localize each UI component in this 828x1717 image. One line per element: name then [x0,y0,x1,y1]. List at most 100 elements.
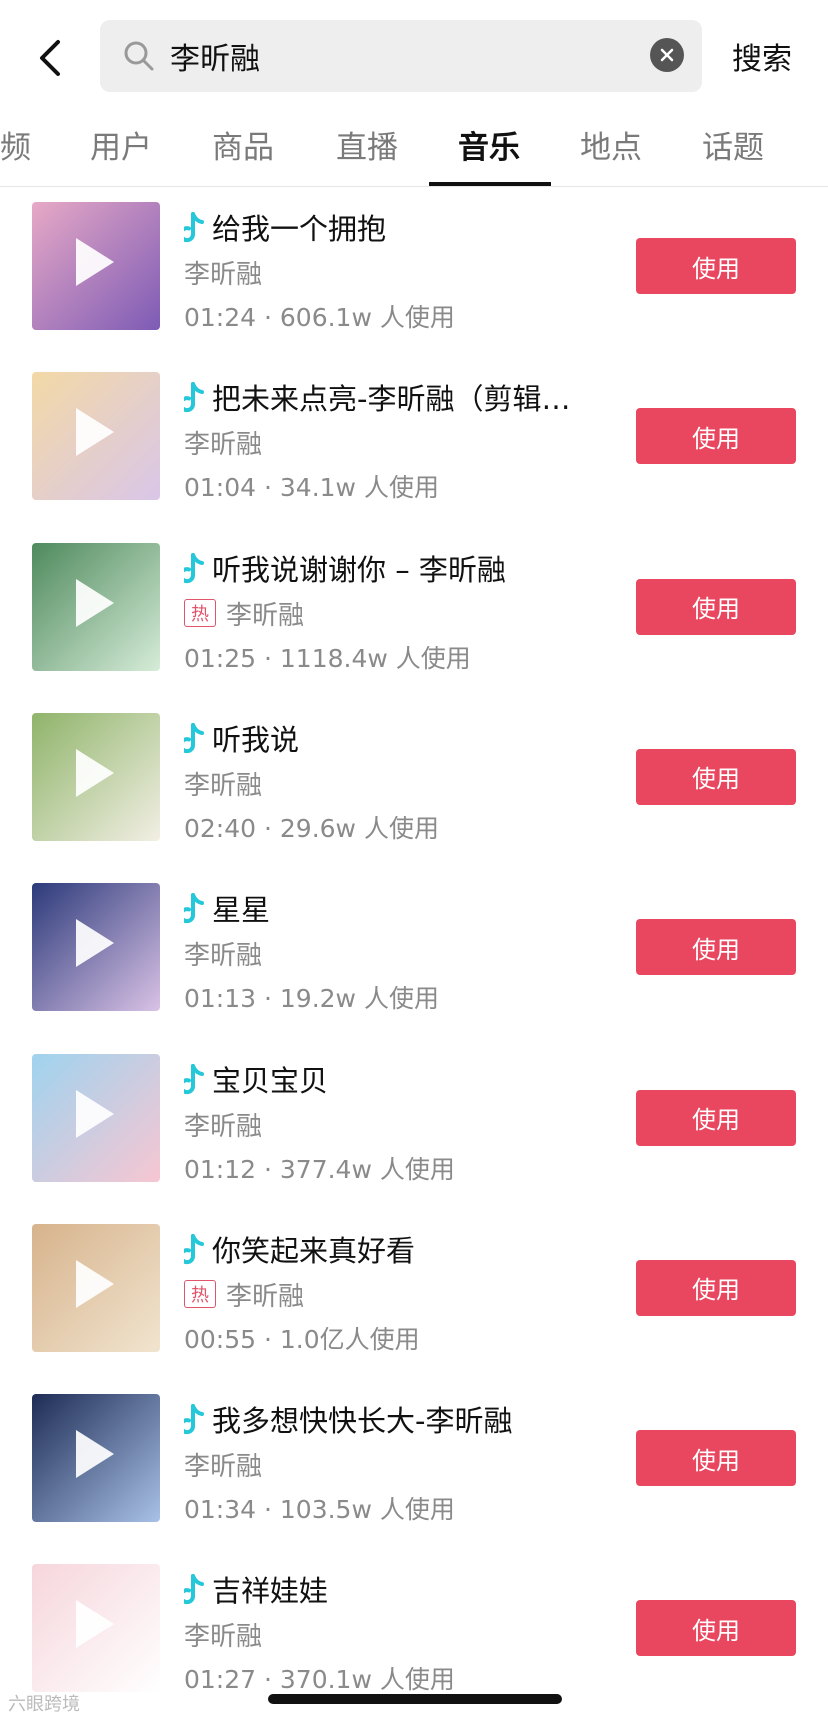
song-meta: 01:34 · 103.5w 人使用 [184,1495,455,1525]
use-music-button[interactable]: 使用 [636,408,796,465]
song-title[interactable]: 把未来点亮-李昕融（剪辑… [212,376,570,418]
artist-line: 热 李昕融 [184,1276,304,1313]
tab-topics[interactable]: 话题 [702,122,764,167]
hot-badge: 热 [184,1280,216,1309]
music-note-icon [184,1404,204,1435]
artist-line: 李昕融 [184,765,262,802]
play-icon [76,748,114,797]
play-icon [76,1259,114,1308]
song-meta: 01:12 · 377.4w 人使用 [184,1154,455,1184]
music-search-page: 李昕融 搜索 频 用户 商品 直播 音乐 地点 话题 给我一个拥抱 李昕融 01… [0,0,828,1717]
clear-button[interactable] [650,38,684,72]
play-icon [76,1089,114,1138]
music-note-icon [184,212,204,243]
artist-line: 热 李昕融 [184,595,304,632]
music-note-icon [184,722,204,754]
back-button[interactable] [28,30,72,86]
play-icon [76,578,114,627]
song-artist: 李昕融 [184,430,263,461]
artist-line: 李昕融 [184,1446,262,1483]
song-artist: 李昕融 [184,941,263,972]
tab-places[interactable]: 地点 [580,122,642,167]
song-row[interactable]: 把未来点亮-李昕融（剪辑… 李昕融 01:04 · 34.1w 人使用 使用 [0,372,828,542]
use-music-button[interactable]: 使用 [636,238,796,294]
song-cover[interactable] [32,1223,160,1352]
use-music-button[interactable]: 使用 [636,1259,796,1316]
artist-line: 李昕融 [184,254,262,291]
use-music-button[interactable]: 使用 [636,1600,796,1657]
use-music-button[interactable]: 使用 [636,1430,796,1487]
song-meta: 01:13 · 19.2w 人使用 [184,984,439,1014]
use-music-button[interactable]: 使用 [636,578,796,635]
song-row[interactable]: 我多想快快长大-李昕融 李昕融 01:34 · 103.5w 人使用 使用 [0,1394,828,1564]
song-title[interactable]: 给我一个拥抱 [212,206,386,248]
song-cover[interactable] [32,1394,160,1523]
play-icon [76,919,114,968]
song-row[interactable]: 你笑起来真好看 热 李昕融 00:55 · 1.0亿人使用 使用 [0,1223,828,1394]
hot-badge: 热 [184,599,216,628]
use-music-button[interactable]: 使用 [636,1089,796,1146]
song-row[interactable]: 听我说 李昕融 02:40 · 29.6w 人使用 使用 [0,712,828,883]
music-note-icon [184,382,204,413]
artist-line: 李昕融 [184,424,262,461]
chevron-left-icon [40,40,60,76]
artist-line: 李昕融 [184,935,262,972]
song-artist: 李昕融 [184,1452,263,1483]
song-cover[interactable] [32,1053,160,1182]
artist-line: 李昕融 [184,1106,262,1143]
song-row[interactable]: 给我一个拥抱 李昕融 01:24 · 606.1w 人使用 使用 [0,202,828,372]
song-title[interactable]: 听我说谢谢你 – 李昕融 [212,547,506,589]
use-music-button[interactable]: 使用 [636,919,796,976]
song-title[interactable]: 我多想快快长大-李昕融 [212,1398,512,1440]
search-submit-button[interactable]: 搜索 [732,34,792,78]
search-box[interactable]: 李昕融 [100,20,702,92]
song-cover[interactable] [32,883,160,1012]
song-meta: 01:25 · 1118.4w 人使用 [184,643,471,673]
music-note-icon [184,1574,204,1605]
song-meta: 01:04 · 34.1w 人使用 [184,473,439,503]
close-icon [660,48,674,62]
play-icon [76,238,114,286]
watermark: 六眼跨境 [8,1694,80,1715]
song-cover[interactable] [32,202,160,330]
tab-video[interactable]: 频 [0,122,31,167]
category-tabs: 频 用户 商品 直播 音乐 地点 话题 [0,112,828,187]
home-indicator[interactable] [268,1694,562,1704]
tab-live[interactable]: 直播 [336,122,398,167]
song-artist: 李昕融 [184,770,263,801]
song-cover[interactable] [32,542,160,671]
search-input[interactable]: 李昕融 [170,34,630,78]
song-title[interactable]: 吉祥娃娃 [212,1568,328,1610]
music-note-icon [184,893,204,924]
use-music-button[interactable]: 使用 [636,748,796,805]
artist-line: 李昕融 [184,1616,262,1653]
music-note-icon [184,552,204,583]
song-meta: 02:40 · 29.6w 人使用 [184,813,439,843]
song-meta: 00:55 · 1.0亿人使用 [184,1324,420,1354]
song-artist: 李昕融 [184,1111,263,1142]
music-note-icon [184,1233,204,1264]
song-title[interactable]: 宝贝宝贝 [212,1058,328,1100]
music-note-icon [184,1063,204,1094]
song-cover[interactable] [32,372,160,501]
song-title[interactable]: 你笑起来真好看 [212,1228,415,1270]
song-artist: 李昕融 [226,1281,305,1312]
song-artist: 李昕融 [184,260,263,290]
tab-music[interactable]: 音乐 [458,122,520,167]
search-icon [124,41,154,71]
song-title[interactable]: 星星 [212,887,270,929]
tab-products[interactable]: 商品 [212,122,274,167]
active-tab-indicator [429,182,551,186]
song-artist: 李昕融 [226,600,305,631]
song-row[interactable]: 听我说谢谢你 – 李昕融 热 李昕融 01:25 · 1118.4w 人使用 使… [0,542,828,713]
play-icon [76,408,114,457]
song-cover[interactable] [32,712,160,841]
song-row[interactable]: 星星 李昕融 01:13 · 19.2w 人使用 使用 [0,883,828,1053]
song-cover[interactable] [32,1564,160,1693]
song-meta: 01:27 · 370.1w 人使用 [184,1665,455,1695]
play-icon [76,1430,114,1479]
song-artist: 李昕融 [184,1622,263,1653]
tab-users[interactable]: 用户 [90,122,152,167]
song-title[interactable]: 听我说 [212,717,299,759]
song-row[interactable]: 宝贝宝贝 李昕融 01:12 · 377.4w 人使用 使用 [0,1053,828,1224]
